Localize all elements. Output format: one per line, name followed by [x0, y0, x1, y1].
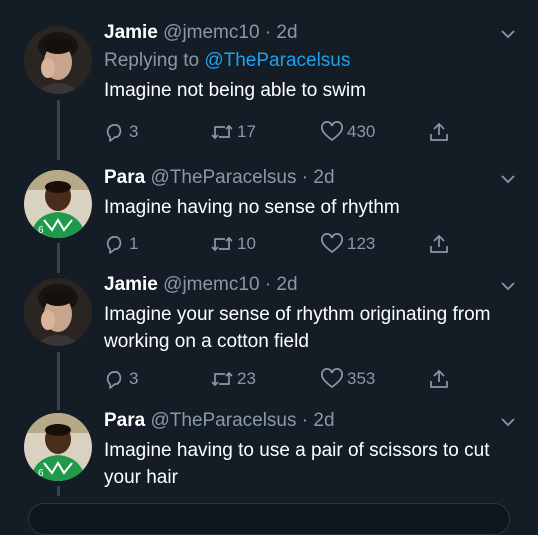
tweet-header: Jamie @jmemc10 · 2d — [104, 272, 498, 298]
jersey-number: 6 — [38, 468, 44, 479]
retweet-icon — [211, 236, 233, 252]
display-name[interactable]: Jamie — [104, 22, 158, 43]
reply-count: 3 — [129, 369, 139, 388]
user-handle[interactable]: @jmemc10 — [163, 22, 259, 43]
share-icon — [430, 369, 448, 388]
separator-dot: · — [264, 22, 272, 43]
chevron-down-icon[interactable] — [500, 171, 516, 187]
user-handle[interactable]: @TheParacelsus — [150, 410, 296, 431]
avatar[interactable] — [24, 26, 92, 94]
reply-count: 1 — [129, 234, 139, 253]
heart-icon — [321, 121, 343, 142]
avatar-para: 6 — [24, 413, 92, 481]
tweet[interactable]: 6 Para @TheParacelsus · 2d Imagine havin… — [0, 408, 538, 498]
reply-button[interactable]: 3 — [104, 367, 138, 391]
reply-composer-bar[interactable] — [28, 503, 510, 535]
reply-button[interactable]: 1 — [104, 232, 138, 256]
reply-icon — [106, 124, 122, 142]
tweet-text: Imagine having to use a pair of scissors… — [104, 440, 490, 488]
display-name[interactable]: Jamie — [104, 274, 158, 295]
thread-line — [57, 486, 60, 496]
heart-icon — [321, 368, 343, 389]
share-button[interactable] — [428, 367, 450, 391]
chevron-down-icon[interactable] — [500, 26, 516, 42]
avatar[interactable] — [24, 278, 92, 346]
timestamp[interactable]: 2d — [276, 22, 297, 43]
tweet-text: Imagine having no sense of rhythm — [104, 197, 400, 218]
tweet-text: Imagine your sense of rhythm originating… — [104, 304, 491, 352]
retweet-count: 17 — [237, 122, 256, 141]
tweet-header: Para @TheParacelsus · 2d — [104, 165, 498, 191]
retweet-count: 23 — [237, 369, 256, 388]
share-icon — [430, 122, 448, 141]
display-name[interactable]: Para — [104, 410, 145, 431]
thread-line — [57, 352, 60, 410]
timestamp[interactable]: 2d — [313, 410, 334, 431]
avatar[interactable]: 6 — [24, 170, 92, 238]
retweet-button[interactable]: 10 — [210, 232, 256, 256]
tweet-actions: 1 10 123 — [104, 232, 464, 256]
replying-to: Replying to @TheParacelsus — [104, 48, 498, 74]
like-count: 123 — [347, 234, 376, 253]
separator-dot: · — [301, 410, 309, 431]
share-button[interactable] — [428, 120, 450, 144]
avatar-para: 6 — [24, 170, 92, 238]
tweet-content: Jamie @jmemc10 · 2d Replying to @ThePara… — [104, 20, 498, 104]
user-handle[interactable]: @TheParacelsus — [150, 167, 296, 188]
retweet-button[interactable]: 23 — [210, 367, 256, 391]
like-button[interactable]: 430 — [320, 120, 375, 144]
like-count: 353 — [347, 369, 376, 388]
mention-link[interactable]: @TheParacelsus — [204, 50, 350, 71]
reply-count: 3 — [129, 122, 139, 141]
chevron-down-icon[interactable] — [500, 414, 516, 430]
tweet-content: Para @TheParacelsus · 2d Imagine having … — [104, 165, 498, 221]
heart-icon — [321, 233, 343, 254]
share-button[interactable] — [428, 232, 450, 256]
reply-icon — [106, 236, 122, 254]
retweet-count: 10 — [237, 234, 256, 253]
avatar-jamie — [24, 26, 92, 94]
retweet-button[interactable]: 17 — [210, 120, 256, 144]
user-handle[interactable]: @jmemc10 — [163, 274, 259, 295]
chevron-down-icon[interactable] — [500, 278, 516, 294]
retweet-icon — [211, 371, 233, 387]
share-icon — [430, 234, 448, 253]
tweet-header: Para @TheParacelsus · 2d — [104, 408, 498, 434]
thread-line — [57, 243, 60, 273]
like-button[interactable]: 123 — [320, 232, 375, 256]
tweet[interactable]: Jamie @jmemc10 · 2d Imagine your sense o… — [0, 272, 538, 410]
separator-dot: · — [301, 167, 309, 188]
tweet-actions: 3 23 353 — [104, 367, 464, 391]
tweet-header: Jamie @jmemc10 · 2d — [104, 20, 498, 46]
like-count: 430 — [347, 122, 376, 141]
avatar[interactable]: 6 — [24, 413, 92, 481]
tweet-content: Jamie @jmemc10 · 2d Imagine your sense o… — [104, 272, 498, 355]
display-name[interactable]: Para — [104, 167, 145, 188]
jersey-number: 6 — [38, 225, 44, 236]
tweet[interactable]: 6 Para @TheParacelsus · 2d Imagine havin… — [0, 165, 538, 273]
tweet-thread: Jamie @jmemc10 · 2d Replying to @ThePara… — [0, 0, 538, 535]
avatar-jamie — [24, 278, 92, 346]
like-button[interactable]: 353 — [320, 367, 375, 391]
timestamp[interactable]: 2d — [276, 274, 297, 295]
tweet[interactable]: Jamie @jmemc10 · 2d Replying to @ThePara… — [0, 20, 538, 160]
tweet-actions: 3 17 430 — [104, 120, 464, 144]
timestamp[interactable]: 2d — [313, 167, 334, 188]
reply-button[interactable]: 3 — [104, 120, 138, 144]
reply-icon — [106, 371, 122, 389]
retweet-icon — [211, 124, 233, 140]
tweet-content: Para @TheParacelsus · 2d Imagine having … — [104, 408, 498, 491]
tweet-text: Imagine not being able to swim — [104, 80, 366, 101]
replying-prefix: Replying to — [104, 50, 200, 71]
separator-dot: · — [264, 274, 272, 295]
thread-line — [57, 100, 60, 160]
